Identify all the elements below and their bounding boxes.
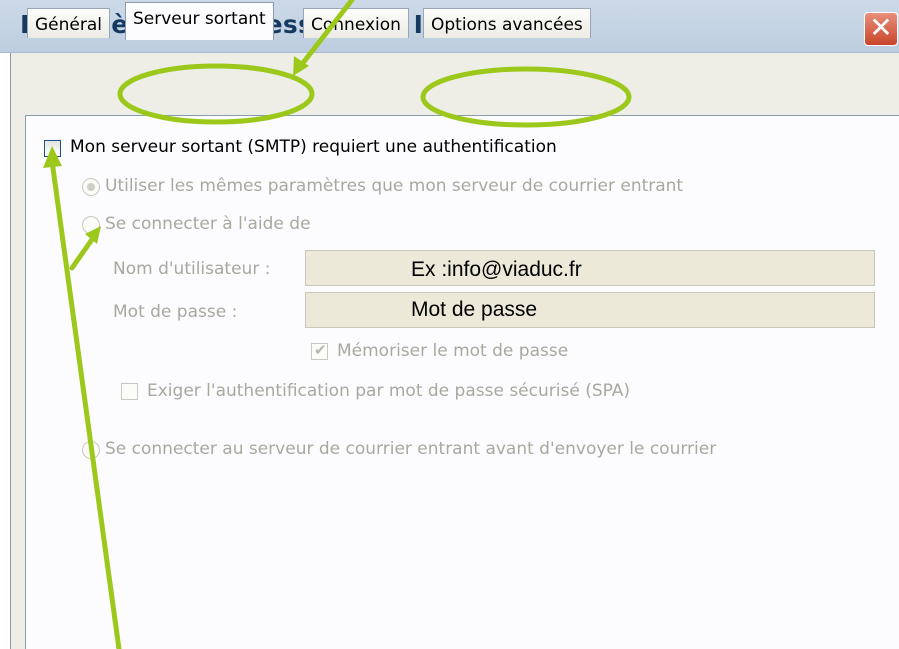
tab-label: Serveur sortant — [133, 9, 266, 29]
tab-label: Options avancées — [431, 15, 583, 35]
password-value: Mot de passe — [411, 298, 538, 321]
spa-label: Exiger l'authentification par mot de pas… — [147, 381, 631, 401]
tab-general[interactable]: Général — [27, 8, 110, 38]
tab-outgoing-server[interactable]: Serveur sortant — [125, 2, 274, 40]
radio-login-before-send-label: Se connecter au serveur de courrier entr… — [105, 439, 717, 459]
smtp-auth-label: Mon serveur sortant (SMTP) requiert une … — [70, 137, 557, 157]
radio-login-before-send[interactable] — [82, 441, 100, 459]
password-input[interactable]: Mot de passe — [305, 292, 875, 328]
tab-label: Connexion — [311, 15, 401, 35]
radio-same-settings-label: Utiliser les mêmes paramètres que mon se… — [105, 176, 684, 196]
username-input[interactable]: Ex :info@viaduc.fr — [305, 250, 875, 286]
tab-label: Général — [35, 15, 102, 35]
username-value: Ex :info@viaduc.fr — [411, 258, 582, 281]
spa-checkbox[interactable] — [121, 383, 138, 400]
radio-selected-dot — [87, 183, 95, 191]
radio-connect-with-label: Se connecter à l'aide de — [105, 214, 311, 234]
close-button[interactable]: ✕ — [864, 12, 898, 46]
tab-connection[interactable]: Connexion — [303, 8, 409, 38]
radio-connect-with[interactable] — [82, 216, 100, 234]
tab-advanced-options[interactable]: Options avancées — [423, 8, 591, 38]
username-label: Nom d'utilisateur : — [113, 259, 271, 279]
remember-password-label: Mémoriser le mot de passe — [337, 341, 569, 361]
radio-same-settings[interactable] — [82, 178, 100, 196]
password-label: Mot de passe : — [113, 302, 238, 322]
close-icon: ✕ — [869, 11, 893, 44]
remember-password-checkbox[interactable]: ✔ — [311, 341, 328, 360]
smtp-auth-checkbox[interactable] — [44, 140, 61, 157]
checkmark-icon: ✔ — [314, 341, 327, 359]
